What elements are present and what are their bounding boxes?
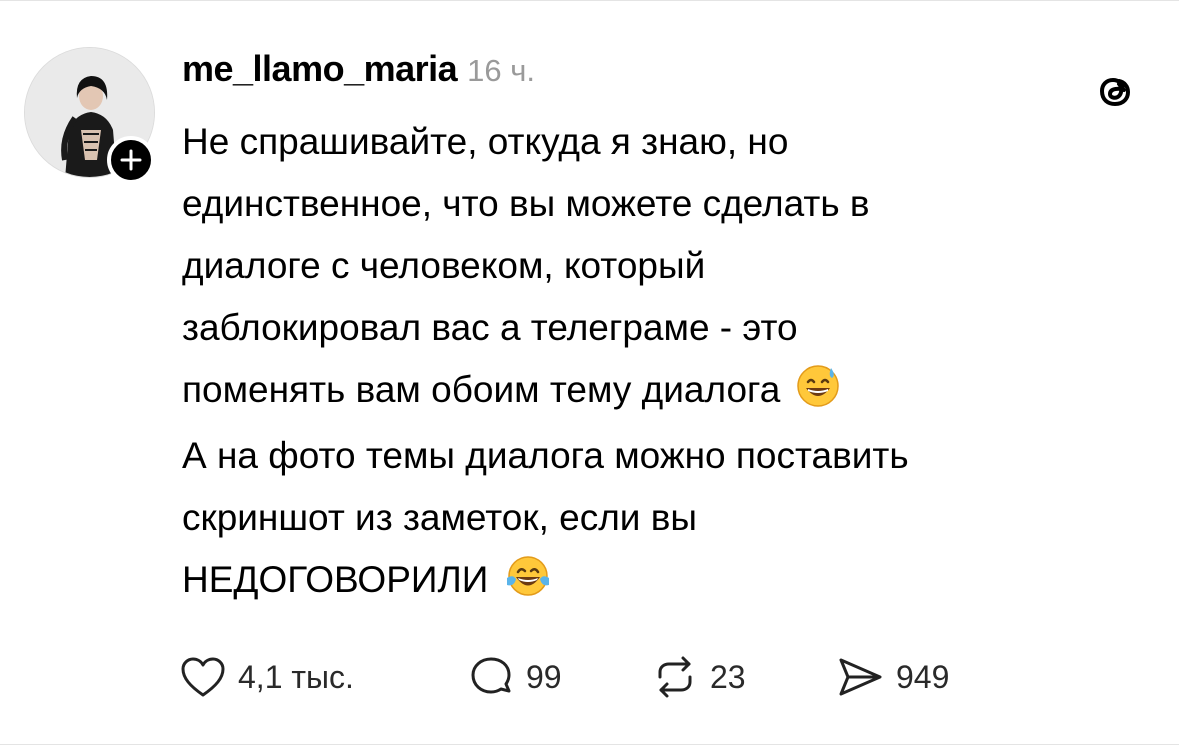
post-actions: 4,1 тыс. 99 23 949	[180, 650, 949, 704]
text-line: диалоге с человеком, который	[182, 245, 706, 286]
post-time: 16 ч.	[467, 53, 536, 88]
post-text: Не спрашивайте, откуда я знаю, но единст…	[182, 111, 1142, 617]
divider	[0, 0, 1179, 1]
threads-logo-icon[interactable]	[1093, 69, 1137, 113]
text-line: А на фото темы диалога можно поставить	[182, 435, 909, 476]
text-line: единственное, что вы можете сделать в	[182, 183, 870, 224]
post-header: me_llamo_maria 16 ч.	[182, 48, 535, 92]
post-card: me_llamo_maria 16 ч. Не спрашивайте, отк…	[0, 0, 1179, 747]
like-count: 4,1 тыс.	[238, 658, 354, 695]
comment-count: 99	[526, 658, 562, 695]
tears-of-joy-emoji	[503, 552, 553, 617]
repost-count: 23	[710, 658, 746, 695]
username[interactable]: me_llamo_maria	[182, 48, 458, 90]
text-line: Не спрашивайте, откуда я знаю, но	[182, 121, 789, 162]
post-paragraph-2: А на фото темы диалога можно поставить с…	[182, 425, 1142, 617]
grinning-sweat-emoji	[795, 362, 841, 427]
like-button[interactable]: 4,1 тыс.	[180, 656, 468, 698]
follow-button[interactable]	[107, 136, 155, 184]
text-line: заблокировал вас а телеграме - это	[182, 307, 798, 348]
divider	[0, 744, 1179, 745]
post-paragraph-1: Не спрашивайте, откуда я знаю, но единст…	[182, 111, 1142, 427]
text-line-with-emoji: поменять вам обоим тему диалога	[182, 359, 1142, 427]
comment-button[interactable]: 99	[468, 655, 652, 699]
heart-icon	[181, 657, 225, 697]
repost-button[interactable]: 23	[652, 655, 836, 699]
text-line: скриншот из заметок, если вы	[182, 497, 698, 538]
plus-icon	[120, 149, 142, 171]
comment-icon	[471, 657, 511, 694]
repost-icon	[658, 656, 692, 698]
share-button[interactable]: 949	[836, 655, 949, 699]
text-line: поменять вам обоим тему диалога	[182, 369, 781, 410]
share-icon	[839, 658, 882, 696]
share-count: 949	[896, 658, 950, 695]
text-line-with-emoji: НЕДОГОВОРИЛИ	[182, 549, 1142, 617]
text-line: НЕДОГОВОРИЛИ	[182, 559, 489, 600]
